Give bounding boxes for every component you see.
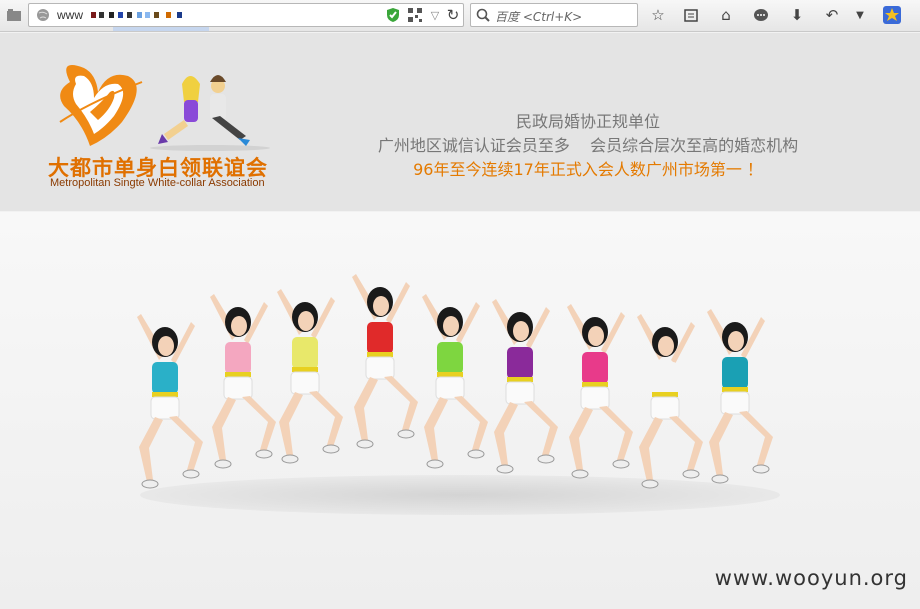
- tabs-icon[interactable]: [4, 5, 24, 25]
- dancer-figure: [707, 309, 773, 484]
- logo-title-en: Metropolitan Singte White-collar Associa…: [50, 177, 265, 189]
- shield-icon[interactable]: [383, 5, 403, 25]
- dancer-figure: [352, 274, 418, 449]
- chat-icon[interactable]: [751, 5, 771, 25]
- slogan-line-2: 广州地区诚信认证会员至多 会员综合层次至高的婚恋机构: [377, 136, 799, 155]
- slogan-line-1: 民政局婚协正规单位: [515, 112, 660, 131]
- dancer-figure: [422, 294, 488, 469]
- dancer-figure: [492, 299, 558, 474]
- search-placeholder: 百度 <Ctrl+K>: [495, 10, 583, 24]
- search-icon: [473, 5, 493, 25]
- url-highlight: [113, 27, 209, 31]
- search-box[interactable]: 百度 <Ctrl+K>: [470, 3, 638, 27]
- dancer-figure: [277, 289, 343, 464]
- download-icon[interactable]: ⬇: [787, 5, 807, 25]
- dancer-figure: [210, 294, 276, 469]
- star-icon[interactable]: ☆: [648, 5, 668, 25]
- addon-icon[interactable]: [882, 5, 902, 25]
- menu-icon[interactable]: ▼: [850, 5, 870, 25]
- home-icon[interactable]: ⌂: [716, 5, 736, 25]
- dancers-illustration: [137, 274, 773, 489]
- url-redacted: [91, 12, 201, 20]
- browser-toolbar: www ▽ ↻ 百度 <Ctrl+K> ☆ ⌂ ⬇ ↶ ▼: [0, 0, 920, 32]
- dropdown-icon[interactable]: ▽: [425, 5, 445, 25]
- qr-icon[interactable]: [405, 5, 425, 25]
- address-bar[interactable]: www ▽ ↻: [28, 3, 464, 31]
- reload-icon[interactable]: ↻: [443, 5, 463, 25]
- dancer-figure: [637, 314, 703, 489]
- back-icon[interactable]: ↶: [822, 5, 842, 25]
- dancer-figure: [137, 314, 203, 489]
- dancer-figure: [567, 304, 633, 479]
- url-text: www: [57, 8, 83, 22]
- watermark: www.wooyun.org: [714, 566, 908, 590]
- reader-icon[interactable]: [681, 5, 701, 25]
- slogan-line-3: 96年至今连续17年正式入会人数广州市场第一 ！: [413, 160, 763, 179]
- globe-icon: [33, 5, 53, 25]
